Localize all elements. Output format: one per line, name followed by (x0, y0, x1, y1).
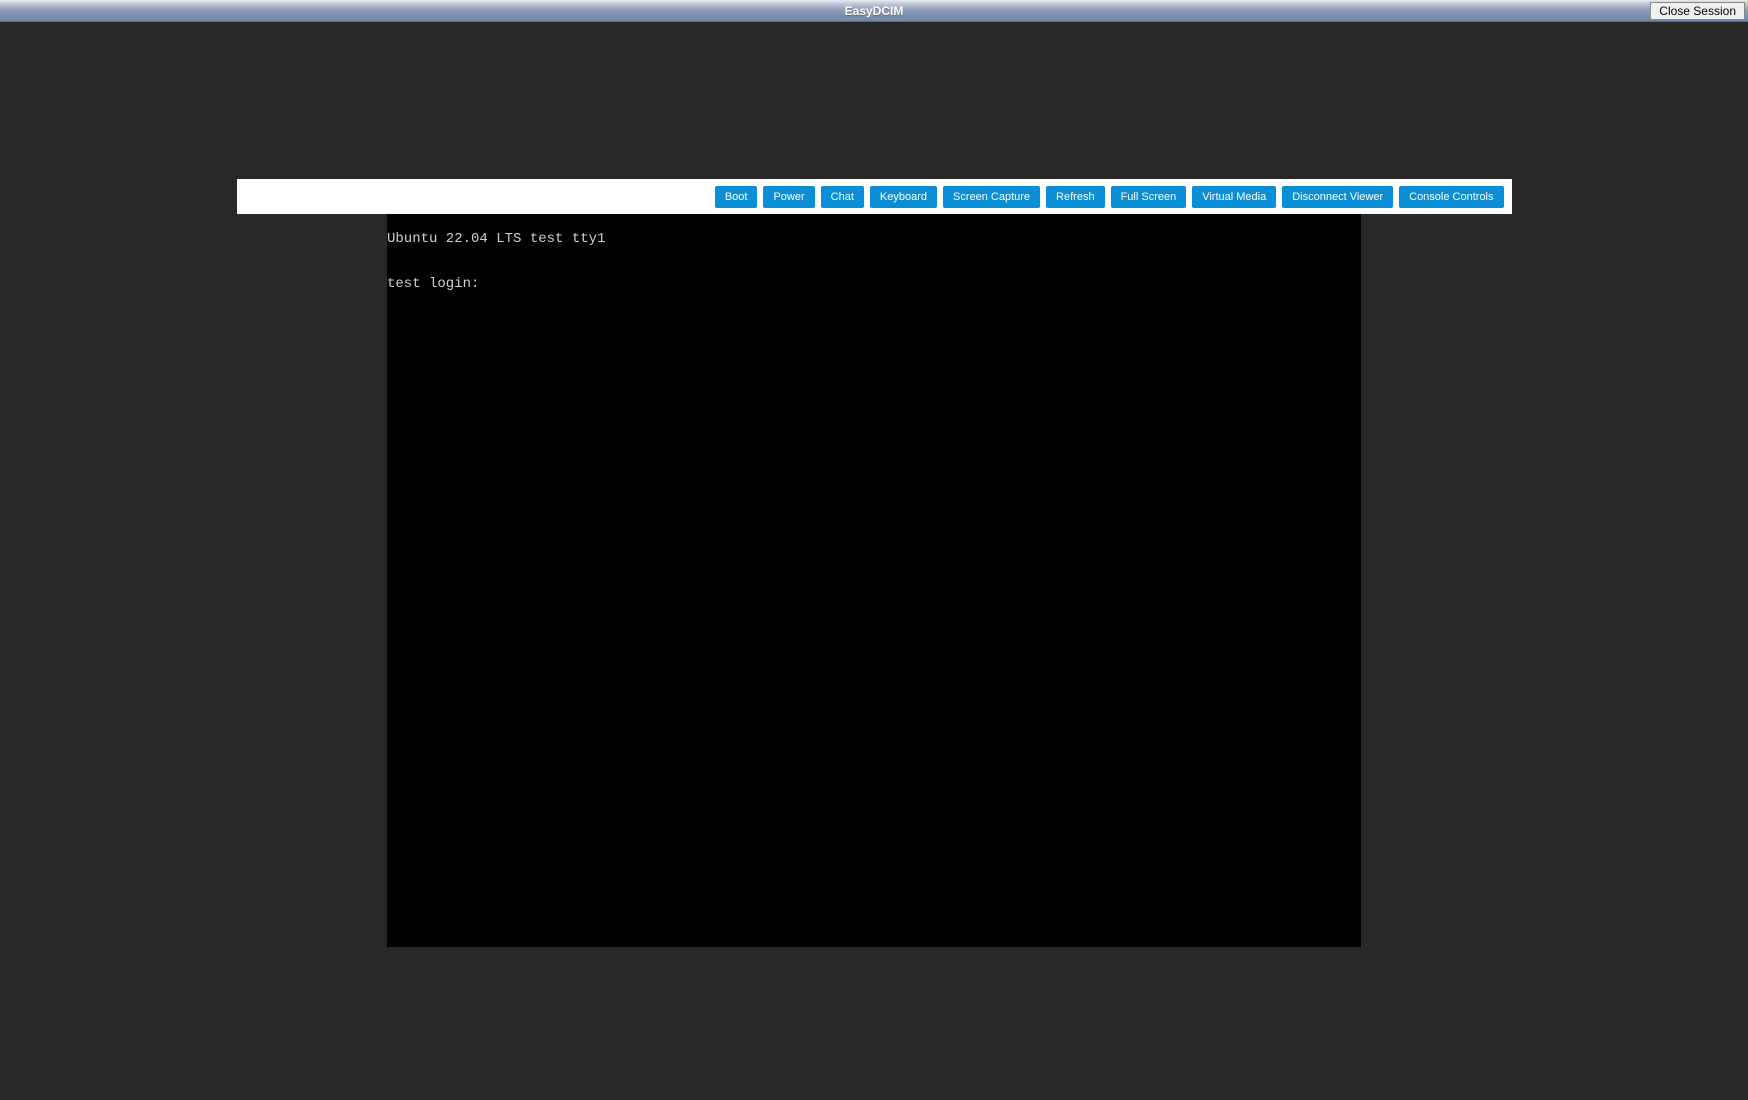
full-screen-button[interactable]: Full Screen (1111, 186, 1187, 208)
console-toolbar: Boot Power Chat Keyboard Screen Capture … (237, 179, 1512, 214)
chat-button[interactable]: Chat (821, 186, 864, 208)
content-area: Boot Power Chat Keyboard Screen Capture … (0, 22, 1748, 1100)
app-title: EasyDCIM (845, 4, 904, 18)
screen-capture-button[interactable]: Screen Capture (943, 186, 1040, 208)
terminal-line-3: test login: (387, 276, 479, 292)
keyboard-button[interactable]: Keyboard (870, 186, 937, 208)
console-container: Boot Power Chat Keyboard Screen Capture … (237, 179, 1512, 214)
disconnect-viewer-button[interactable]: Disconnect Viewer (1282, 186, 1393, 208)
terminal-wrapper: Ubuntu 22.04 LTS test tty1 test login: (0, 214, 1748, 947)
terminal[interactable]: Ubuntu 22.04 LTS test tty1 test login: (387, 214, 1361, 947)
boot-button[interactable]: Boot (715, 186, 758, 208)
virtual-media-button[interactable]: Virtual Media (1192, 186, 1276, 208)
refresh-button[interactable]: Refresh (1046, 186, 1105, 208)
close-session-button[interactable]: Close Session (1650, 2, 1745, 20)
console-controls-button[interactable]: Console Controls (1399, 186, 1503, 208)
terminal-line-1: Ubuntu 22.04 LTS test tty1 (387, 231, 605, 247)
header-bar: EasyDCIM Close Session (0, 0, 1748, 22)
power-button[interactable]: Power (763, 186, 814, 208)
